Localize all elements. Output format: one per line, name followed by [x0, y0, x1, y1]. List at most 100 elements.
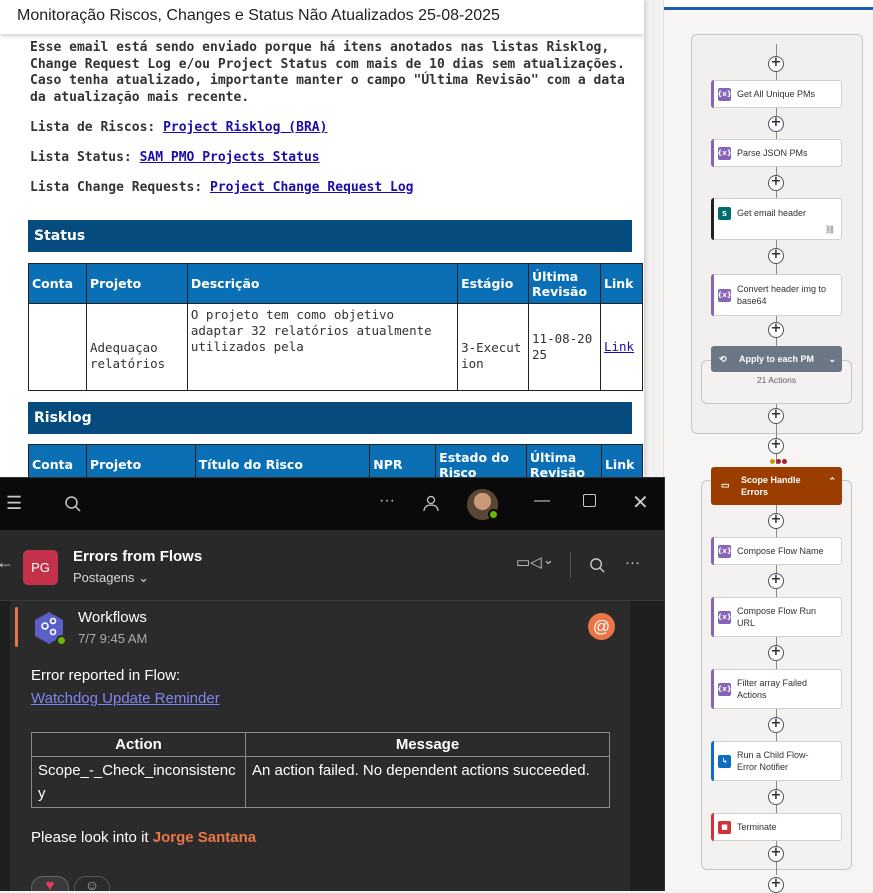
status-list-line: Lista Status: SAM PMO Projects Status	[30, 150, 320, 165]
step-terminate[interactable]: ■ Terminate	[711, 813, 842, 841]
table-row: Scope_-_Check_inconsistency An action fai…	[31, 756, 610, 808]
status-table: Conta Projeto Descrição Estágio Última R…	[28, 263, 644, 391]
video-call-icon[interactable]: ▭◁	[516, 553, 542, 571]
step-label: Compose Flow Name	[737, 546, 824, 556]
chevron-down-icon: ⌄	[138, 570, 149, 585]
status-row-link[interactable]: Link	[604, 339, 634, 354]
scope-handle-errors-header[interactable]: ▭ Scope Handle Errors ⌃	[711, 467, 842, 505]
add-step-plus-icon[interactable]: +	[768, 408, 784, 424]
people-icon[interactable]	[421, 494, 441, 514]
message-card: Workflows 7/7 9:45 AM @ Error reported i…	[10, 601, 630, 891]
email-body: Esse email está sendo enviado porque há …	[30, 40, 632, 196]
step-label: Get All Unique PMs	[737, 89, 816, 99]
col-conta: Conta	[28, 263, 87, 304]
add-reaction-icon[interactable]: ☺	[74, 876, 110, 891]
channel-tab-dropdown[interactable]: Postagens ⌄	[73, 570, 149, 586]
step-get-email-header[interactable]: S Get email header ⛓	[711, 198, 842, 240]
teams-window: ☰ ··· — ✕ ← PG Errors from Flows Postage…	[0, 477, 665, 891]
chevron-down-icon[interactable]: ⌄	[543, 552, 554, 568]
step-get-all-unique-pms[interactable]: {x} Get All Unique PMs	[711, 80, 842, 108]
step-compose-flow-name[interactable]: {x} Compose Flow Name	[711, 537, 842, 565]
cell-conta	[28, 303, 87, 391]
col-link: Link	[600, 444, 644, 478]
col-npr: NPR	[369, 444, 437, 478]
risk-list-line: Lista de Riscos: Project Risklog (BRA)	[30, 120, 328, 135]
table-row: Adequaçao relatórios O projeto tem como …	[28, 303, 644, 391]
heart-reaction[interactable]: ♥	[31, 876, 69, 891]
user-mention[interactable]: Jorge Santana	[153, 829, 256, 846]
col-conta: Conta	[28, 444, 87, 478]
chevron-down-icon[interactable]: ⌄	[828, 354, 836, 365]
search-icon[interactable]	[589, 557, 606, 574]
add-step-plus-icon[interactable]: +	[768, 175, 784, 191]
add-step-plus-icon[interactable]: +	[768, 513, 784, 529]
col-estagio: Estágio	[457, 263, 530, 304]
add-step-plus-icon[interactable]: +	[768, 846, 784, 862]
more-options-icon[interactable]: ···	[625, 554, 640, 571]
message-timestamp: 7/7 9:45 AM	[78, 631, 148, 646]
email-intro: Esse email está sendo enviado porque há …	[30, 40, 625, 105]
col-estado-risco: Estado do Risco	[435, 444, 528, 478]
error-table: Action Message Scope_-_Check_inconsistenc…	[31, 732, 610, 808]
add-step-plus-icon[interactable]: +	[768, 573, 784, 589]
step-convert-header-img[interactable]: {x} Convert header img to base64	[711, 274, 842, 316]
step-parse-json-pms[interactable]: {x} Parse JSON PMs	[711, 139, 842, 167]
header-divider	[570, 552, 571, 578]
link-icon: ⛓	[824, 225, 835, 234]
close-icon[interactable]: ✕	[632, 490, 649, 515]
closing-text: Please look into it Jorge Santana	[31, 829, 257, 846]
search-icon[interactable]	[64, 495, 82, 513]
add-step-plus-icon[interactable]: +	[768, 645, 784, 661]
loop-action-count: 21 Actions	[756, 375, 797, 385]
step-filter-array-failed-actions[interactable]: {x} Filter array Failed Actions	[711, 669, 842, 709]
scope-label: Scope Handle Errors	[741, 475, 801, 497]
add-step-plus-icon[interactable]: +	[768, 322, 784, 338]
chevron-up-icon[interactable]: ⌃	[828, 475, 836, 487]
hamburger-icon[interactable]: ☰	[6, 493, 22, 514]
more-options-icon[interactable]: ···	[379, 492, 395, 510]
step-compose-flow-run-url[interactable]: {x} Compose Flow Run URL	[711, 597, 842, 637]
add-step-plus-icon[interactable]: +	[768, 56, 784, 72]
flow-designer-topbar	[663, 0, 873, 10]
col-projeto: Projeto	[85, 444, 196, 478]
presence-available-icon	[488, 509, 499, 520]
flow-link[interactable]: Watchdog Update Reminder	[31, 690, 220, 707]
col-message: Message	[245, 732, 610, 757]
channel-header: ← PG Errors from Flows Postagens ⌄ ▭◁ ⌄ …	[0, 530, 664, 601]
col-ultima-revisao: Última Revisão	[528, 263, 601, 304]
col-descricao: Descrição	[186, 263, 459, 304]
cell-estagio: 3-Execution	[457, 303, 530, 391]
cell-action: Scope_-_Check_inconsistency	[31, 756, 246, 808]
cell-descricao: O projeto tem como objetivo adaptar 32 r…	[186, 303, 459, 391]
cell-link: Link	[599, 303, 644, 391]
email-subject: Monitoração Riscos, Changes e Status Não…	[0, 0, 644, 34]
channel-avatar: PG	[23, 550, 58, 585]
add-step-plus-icon[interactable]: +	[768, 717, 784, 733]
run-after-dots	[770, 459, 788, 465]
email-window: Monitoração Riscos, Changes e Status Não…	[0, 0, 644, 478]
variable-icon: {x}	[717, 146, 732, 160]
col-ultima-revisao: Última Revisão	[526, 444, 602, 478]
status-list-link[interactable]: SAM PMO Projects Status	[140, 150, 320, 165]
risk-list-link[interactable]: Project Risklog (BRA)	[163, 120, 327, 135]
step-label: Compose Flow Run URL	[737, 606, 817, 628]
apply-to-each-header[interactable]: ⟲ Apply to each PM ⌄	[711, 346, 842, 372]
status-section-heading: Status	[28, 220, 632, 252]
maximize-icon[interactable]	[583, 494, 596, 507]
change-list-link[interactable]: Project Change Request Log	[210, 180, 414, 195]
add-step-plus-icon[interactable]: +	[768, 438, 784, 454]
col-titulo-risco: Título do Risco	[194, 444, 371, 478]
step-run-child-flow[interactable]: ↳ Run a Child Flow-Error Notifier	[711, 741, 842, 781]
col-link: Link	[599, 263, 644, 304]
mention-icon: @	[588, 613, 615, 640]
add-step-plus-icon[interactable]: +	[768, 248, 784, 264]
loop-icon: ⟲	[719, 353, 727, 364]
step-label: Terminate	[737, 822, 777, 832]
add-step-plus-icon[interactable]: +	[768, 116, 784, 132]
step-label: Run a Child Flow-Error Notifier	[737, 750, 809, 772]
variable-icon: {x}	[717, 682, 732, 696]
minimize-icon[interactable]: —	[534, 492, 550, 510]
back-arrow-icon[interactable]: ←	[0, 552, 14, 573]
add-step-plus-icon[interactable]: +	[768, 789, 784, 805]
risklog-table: Conta Projeto Título do Risco NPR Estado…	[28, 444, 644, 478]
